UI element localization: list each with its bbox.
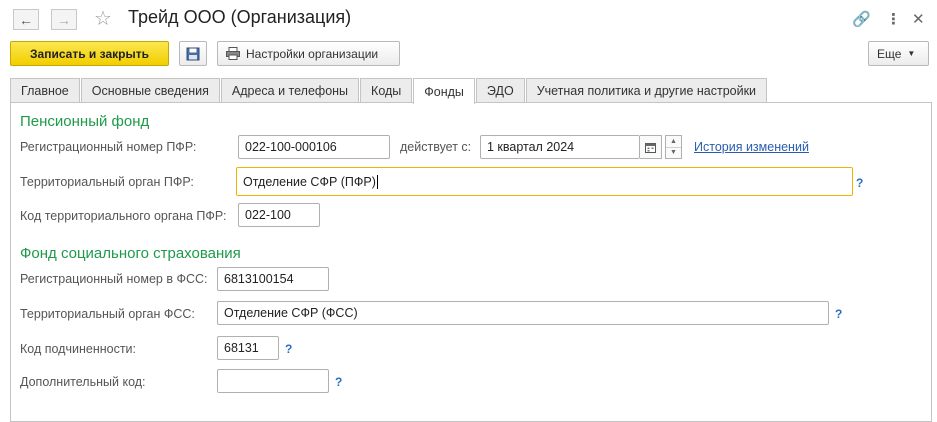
social-fund-section-title: Фонд социального страхования [20,245,241,262]
floppy-disk-icon [186,47,200,60]
additional-code-label: Дополнительный код: [20,375,146,389]
text-caret [376,174,378,189]
calendar-button[interactable] [640,135,662,159]
save-button[interactable] [179,41,207,66]
fss-reg-number-field[interactable]: 6813100154 [217,267,329,291]
pfr-territorial-code-field[interactable]: 022-100 [238,203,320,227]
subordination-code-label: Код подчиненности: [20,342,137,356]
tab-codes[interactable]: Коды [360,78,413,103]
star-icon[interactable]: ☆ [94,6,112,31]
pfr-territorial-label: Территориальный орган ПФР: [20,175,194,189]
calendar-icon [645,142,656,153]
valid-from-label: действует с: [400,140,472,154]
organization-settings-label: Настройки организации [246,46,379,61]
page-title: Трейд ООО (Организация) [128,7,352,27]
spin-up-icon[interactable]: ▲ [666,136,681,148]
help-icon[interactable]: ? [835,307,842,321]
more-menu-button[interactable]: Еще ▼ [868,41,929,66]
quarter-spinner[interactable]: ▲ ▼ [665,135,682,159]
pfr-reg-number-field[interactable]: 022-100-000106 [238,135,390,159]
pension-fund-section-title: Пенсионный фонд [20,113,150,130]
tab-accounting-policy[interactable]: Учетная политика и другие настройки [525,78,768,103]
pfr-reg-number-label: Регистрационный номер ПФР: [20,140,197,154]
forward-button[interactable]: → [51,9,77,30]
fss-territorial-field[interactable]: Отделение СФР (ФСС) [217,301,829,325]
save-and-close-button[interactable]: Записать и закрыть [10,41,169,66]
tab-edo[interactable]: ЭДО [475,78,525,103]
more-label: Еще [877,46,902,61]
subordination-code-field[interactable]: 68131 [217,336,279,360]
tab-bar: Главное Основные сведения Адреса и телеф… [10,78,768,104]
organization-settings-button[interactable]: Настройки организации [217,41,400,66]
valid-from-field[interactable]: 1 квартал 2024 [480,135,640,159]
pfr-territorial-field[interactable]: Отделение СФР (ПФР) [236,167,853,196]
printer-icon [226,47,240,60]
help-icon[interactable]: ? [335,375,342,389]
link-icon[interactable]: 🔗 [852,10,871,28]
history-link[interactable]: История изменений [694,140,809,154]
spin-down-icon[interactable]: ▼ [666,148,681,159]
tab-basic-info[interactable]: Основные сведения [80,78,220,103]
close-icon[interactable]: ✕ [912,10,925,28]
back-button[interactable]: ← [13,9,39,30]
pfr-territorial-value: Отделение СФР (ПФР) [243,174,376,189]
tab-main[interactable]: Главное [10,78,80,103]
additional-code-field[interactable] [217,369,329,393]
fss-reg-number-label: Регистрационный номер в ФСС: [20,272,208,286]
pfr-territorial-code-label: Код территориального органа ПФР: [20,209,227,223]
more-vertical-icon[interactable]: ⋮ [886,10,901,28]
fss-territorial-label: Территориальный орган ФСС: [20,307,195,321]
arrow-right-icon: → [57,11,71,28]
tab-addresses-phones[interactable]: Адреса и телефоны [220,78,360,103]
tab-funds[interactable]: Фонды [413,78,475,104]
dropdown-arrow-icon: ▼ [907,49,916,58]
arrow-left-icon: ← [19,11,33,28]
help-icon[interactable]: ? [285,342,292,356]
help-icon[interactable]: ? [856,176,863,190]
